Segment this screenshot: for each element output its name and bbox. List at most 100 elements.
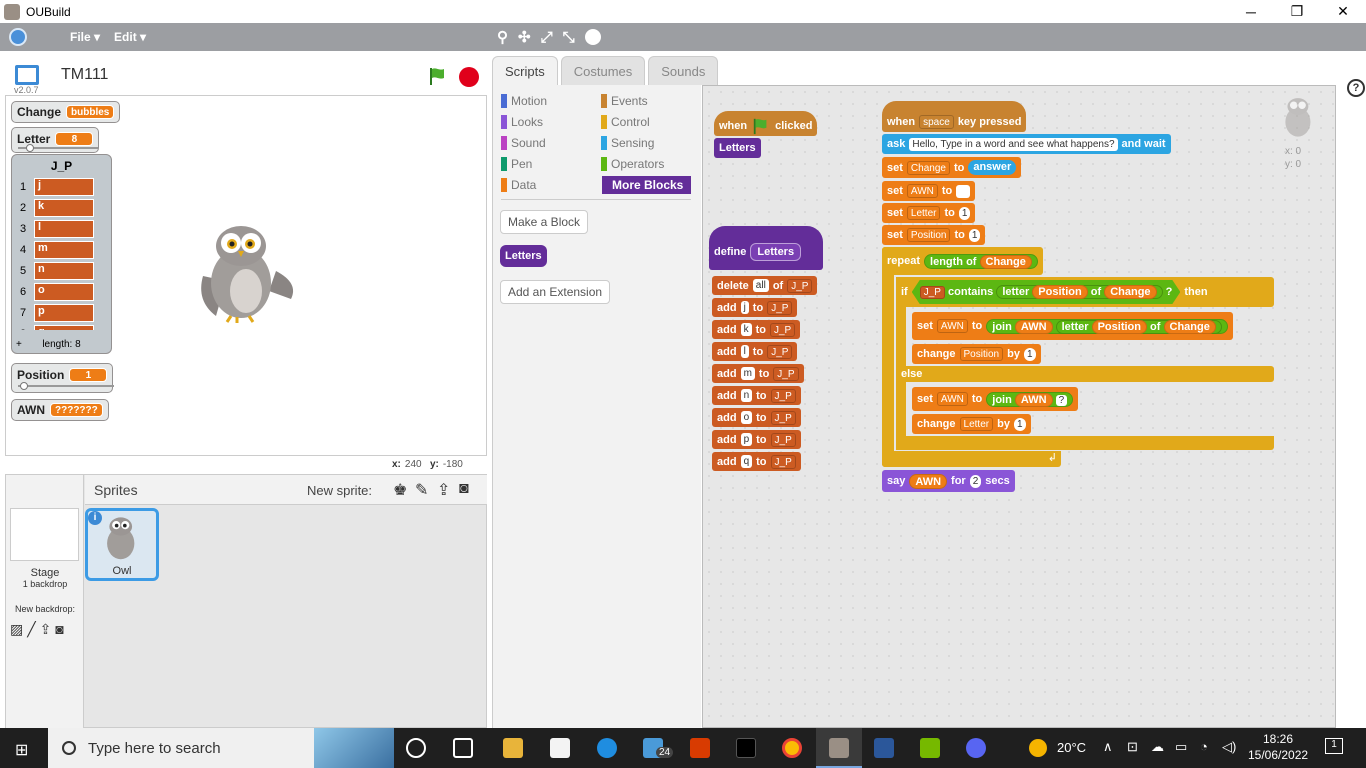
change-letter-block[interactable]: change Letter by 1 xyxy=(912,414,1031,434)
upload-sprite-icon[interactable]: ⇪ xyxy=(437,480,450,500)
add-item-to-list-block[interactable]: add l to J_P xyxy=(712,342,798,361)
weather-temp[interactable]: 20°C xyxy=(1057,740,1086,755)
library-sprite-icon[interactable]: ♚ xyxy=(393,480,407,500)
category-sensing[interactable]: Sensing xyxy=(601,134,654,152)
list-item-value[interactable]: l xyxy=(34,219,94,238)
repeat-length-block[interactable]: repeat length of Change xyxy=(882,247,1043,275)
tab-scripts[interactable]: Scripts xyxy=(492,56,558,85)
list-item-value[interactable]: k xyxy=(34,198,94,217)
define-letters-block[interactable]: define Letters xyxy=(709,226,823,270)
category-more-blocks[interactable]: More Blocks xyxy=(602,176,692,194)
paint-backdrop-icon[interactable]: ▨ xyxy=(10,621,23,638)
add-item-to-list-block[interactable]: add q to J_P xyxy=(712,452,801,471)
edit-menu[interactable]: Edit ▾ xyxy=(114,30,146,44)
meet-icon[interactable]: ⊡ xyxy=(1127,739,1138,755)
category-data[interactable]: Data xyxy=(501,176,536,194)
category-looks[interactable]: Looks xyxy=(501,113,543,131)
list-item[interactable]: 7p xyxy=(12,302,111,323)
widgets-icon[interactable] xyxy=(453,738,473,758)
list-item[interactable]: 4m xyxy=(12,239,111,260)
list-item-value[interactable]: o xyxy=(34,282,94,301)
brush-backdrop-icon[interactable]: ╱ xyxy=(27,621,35,638)
presentation-mode-icon[interactable] xyxy=(15,65,39,85)
owl-sprite[interactable] xyxy=(191,221,301,326)
discord-icon[interactable] xyxy=(966,738,986,758)
category-control[interactable]: Control xyxy=(601,113,650,131)
windows-start-icon[interactable]: ⊞ xyxy=(15,740,28,760)
list-item[interactable]: 6o xyxy=(12,281,111,302)
task-view-icon[interactable] xyxy=(406,738,426,758)
monitor-awn[interactable]: AWN ??????? xyxy=(11,399,109,421)
position-slider[interactable] xyxy=(18,382,114,390)
add-item-to-list-block[interactable]: add p to J_P xyxy=(712,430,801,449)
category-pen[interactable]: Pen xyxy=(501,155,532,173)
paint-sprite-icon[interactable]: ✎ xyxy=(415,480,428,500)
set-awn-join-block[interactable]: set AWN to join AWN letter Position of Cha… xyxy=(912,312,1233,340)
list-item-value[interactable]: n xyxy=(34,261,94,280)
tab-sounds[interactable]: Sounds xyxy=(648,56,719,85)
file-explorer-icon[interactable] xyxy=(503,738,523,758)
chrome-icon[interactable] xyxy=(782,738,802,758)
upload-backdrop-icon[interactable]: ⇪ xyxy=(40,621,52,638)
palette-letters-block[interactable]: Letters xyxy=(500,245,547,267)
shrink-tool-icon[interactable]: ⤡ xyxy=(563,29,575,46)
delete-all-of-list-block[interactable]: delete all of J_P xyxy=(712,276,818,295)
tab-costumes[interactable]: Costumes xyxy=(560,56,646,85)
sprite-tile-owl[interactable]: i Owl xyxy=(85,508,159,581)
list-item-value[interactable]: p xyxy=(34,303,94,322)
scripts-help-icon[interactable]: ? xyxy=(1347,79,1365,97)
category-motion[interactable]: Motion xyxy=(501,92,547,110)
letter-slider[interactable] xyxy=(18,144,98,152)
taskbar-search[interactable]: Type here to search xyxy=(48,728,394,768)
if-contains-block[interactable]: if J_P contains letter Position of Chang… xyxy=(896,277,1274,307)
monitor-change[interactable]: Change bubbles xyxy=(11,101,121,123)
set-awn-join-question-block[interactable]: set AWN to join AWN ? xyxy=(912,387,1079,411)
add-item-to-list-block[interactable]: add m to J_P xyxy=(712,364,804,383)
stop-icon[interactable] xyxy=(459,67,479,87)
add-item-to-list-block[interactable]: add o to J_P xyxy=(712,408,801,427)
list-item-value[interactable]: m xyxy=(34,240,94,259)
oubuild-taskbar-active[interactable] xyxy=(816,728,862,768)
edge-icon[interactable] xyxy=(597,738,617,758)
nvidia-icon[interactable] xyxy=(920,738,940,758)
onedrive-icon[interactable]: ☁ xyxy=(1151,739,1164,755)
weather-sun-icon[interactable] xyxy=(1029,739,1047,757)
when-key-pressed-block[interactable]: when space key pressed xyxy=(882,101,1027,132)
when-flag-clicked-block[interactable]: when clicked xyxy=(714,111,818,136)
list-monitor-jp[interactable]: J_P 1j2k3l4m5n6o7p8q +length: 8 xyxy=(11,154,112,354)
letters-call-block[interactable]: Letters xyxy=(714,138,761,158)
grow-tool-icon[interactable]: ⤢ xyxy=(541,29,553,46)
delete-tool-icon[interactable]: ✣ xyxy=(518,28,531,46)
volume-icon[interactable]: ◁) xyxy=(1222,739,1236,755)
notifications-icon[interactable]: 1 xyxy=(1325,738,1343,754)
add-item-to-list-block[interactable]: add j to J_P xyxy=(712,298,798,317)
minimize-button[interactable]: ─ xyxy=(1228,0,1274,23)
store-icon[interactable] xyxy=(550,738,570,758)
category-events[interactable]: Events xyxy=(601,92,648,110)
project-title[interactable]: TM111 xyxy=(61,66,108,84)
add-item-to-list-block[interactable]: add n to J_P xyxy=(712,386,801,405)
set-position-block[interactable]: set Position to 1 xyxy=(882,225,986,245)
set-letter-block[interactable]: set Letter to 1 xyxy=(882,203,976,223)
wifi-icon[interactable]: ◔ xyxy=(1200,739,1208,754)
list-item[interactable]: 8q xyxy=(12,323,111,330)
scripts-area[interactable]: x: 0 y: 0 when clicked Letters define Le… xyxy=(702,85,1336,728)
change-position-block[interactable]: change Position by 1 xyxy=(912,344,1041,364)
list-item[interactable]: 3l xyxy=(12,218,111,239)
close-button[interactable]: ✕ xyxy=(1320,0,1366,23)
battery-icon[interactable]: ▭ xyxy=(1175,739,1187,755)
globe-icon[interactable] xyxy=(9,28,27,46)
list-item-value[interactable]: q xyxy=(34,324,94,330)
set-awn-block[interactable]: set AWN to xyxy=(882,181,976,201)
camera-backdrop-icon[interactable]: ◙ xyxy=(55,621,63,638)
tray-chevron-icon[interactable]: ∧ xyxy=(1103,739,1113,755)
ask-and-wait-block[interactable]: ask Hello, Type in a word and see what ha… xyxy=(882,134,1171,154)
camera-sprite-icon[interactable]: ◙ xyxy=(459,480,469,498)
category-operators[interactable]: Operators xyxy=(601,155,664,173)
tiktok-icon[interactable] xyxy=(736,738,756,758)
monitor-letter[interactable]: Letter 8 xyxy=(11,127,100,153)
maximize-button[interactable]: ❐ xyxy=(1274,0,1320,23)
list-add-button[interactable]: + xyxy=(16,339,22,350)
duplicate-tool-icon[interactable]: ⚲ xyxy=(497,28,508,46)
help-tool-icon[interactable]: ? xyxy=(584,29,601,46)
